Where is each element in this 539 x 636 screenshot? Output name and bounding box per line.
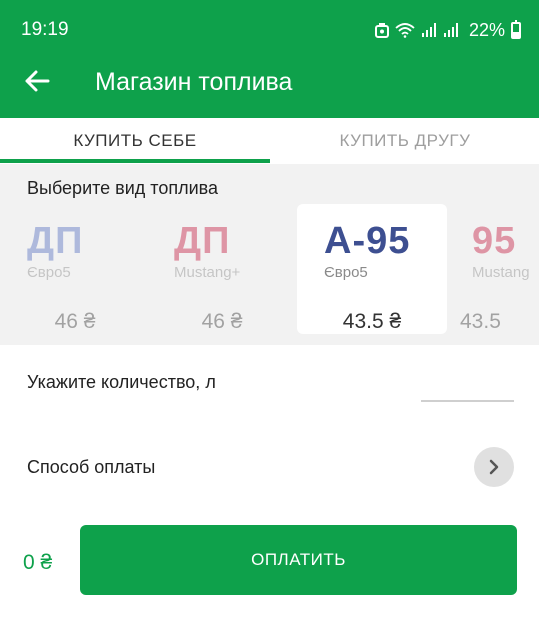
fuel-card-dp-mustang[interactable]: ДП Mustang+ 46 ₴	[147, 204, 297, 334]
fuel-card-dp-euro5[interactable]: ДП Євро5 46 ₴	[0, 204, 150, 334]
fuel-sub: Mustang+	[174, 264, 241, 281]
fuel-name: ДП	[27, 220, 84, 262]
fuel-name: 95	[472, 220, 517, 262]
quantity-input[interactable]	[421, 375, 514, 402]
fuel-card-95-mustang[interactable]: 95 Mustang 43.5	[445, 204, 539, 334]
fuel-price: 46 ₴	[201, 310, 243, 333]
quantity-label: Укажите количество, л	[27, 372, 216, 392]
payment-method-button[interactable]	[474, 447, 514, 487]
fuel-sub: Євро5	[27, 264, 71, 281]
tab-bar: КУПИТЬ СЕБЕ КУПИТЬ ДРУГУ	[0, 118, 539, 164]
fuel-price: 43.5 ₴	[342, 310, 402, 333]
fuel-section: Выберите вид топлива ДП Євро5 46 ₴ ДП Mu…	[0, 164, 539, 345]
fuel-price: 46 ₴	[54, 310, 96, 333]
status-bar: 19:19 22%	[0, 0, 539, 60]
status-time: 19:19	[21, 19, 69, 40]
wifi-icon	[395, 23, 415, 38]
alarm-icon	[374, 23, 389, 38]
fuel-section-label: Выберите вид топлива	[27, 178, 219, 198]
status-icons: 22%	[374, 18, 521, 42]
total-amount: 0 ₴	[23, 551, 53, 574]
battery-percent: 22%	[468, 19, 505, 40]
signal-icon-2	[443, 23, 458, 37]
pay-button[interactable]: ОПЛАТИТЬ	[80, 525, 517, 595]
battery-icon	[511, 19, 521, 39]
fuel-price: 43.5	[460, 310, 501, 333]
tab-buy-self[interactable]: КУПИТЬ СЕБЕ	[0, 118, 270, 164]
fuel-sub: Євро5	[324, 264, 368, 281]
payment-method-label[interactable]: Способ оплаты	[27, 457, 155, 478]
app-bar: 19:19 22% Магазин топлива	[0, 0, 539, 118]
back-arrow-icon[interactable]	[22, 66, 52, 96]
signal-icon	[421, 23, 436, 37]
tab-buy-friend[interactable]: КУПИТЬ ДРУГУ	[270, 118, 539, 164]
fuel-card-a95-euro5[interactable]: А-95 Євро5 43.5 ₴	[297, 204, 447, 334]
fuel-sub: Mustang	[472, 264, 530, 281]
fuel-name: ДП	[174, 220, 231, 262]
chevron-right-icon	[489, 459, 499, 475]
tab-indicator	[0, 159, 270, 163]
page-title: Магазин топлива	[95, 68, 293, 96]
fuel-name: А-95	[324, 220, 411, 262]
